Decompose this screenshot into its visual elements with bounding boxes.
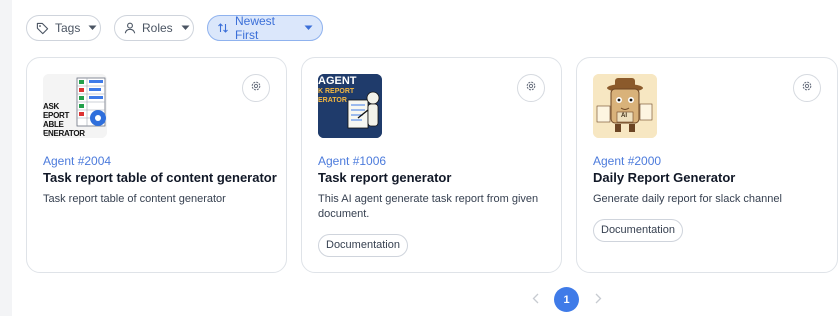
gear-icon [525,79,537,97]
agent-thumbnail: AI [593,74,657,138]
tags-filter-button[interactable]: Tags [26,15,101,41]
agent-description: This AI agent generate task report from … [318,193,539,220]
left-rail [0,0,12,316]
agent-card[interactable]: ASK EPORT ABLE ENERATOR Agent #2004 Task… [26,57,287,273]
agent-title[interactable]: Task report generator [318,170,451,185]
agent-title[interactable]: Daily Report Generator [593,170,735,185]
thumbnail-text: ABLE [43,120,64,129]
thumbnail-text: ENERATOR [43,129,85,138]
agent-thumbnail: AGENT K REPORT ERATOR [318,74,382,138]
agent-description: Task report table of content generator [43,193,226,205]
sort-icon [217,22,229,35]
tag-icon [36,22,49,35]
tag-chip[interactable]: Documentation [593,219,683,242]
agent-settings-button[interactable] [242,74,270,102]
agent-id: Agent #1006 [318,154,387,168]
roles-filter-label: Roles [142,21,173,35]
thumbnail-text: K REPORT [318,88,355,95]
agent-settings-button[interactable] [517,74,545,102]
agent-id: Agent #2000 [593,154,662,168]
thumbnail-text: AGENT [318,75,357,87]
pagination: 1 [528,287,605,312]
sort-dropdown-button[interactable]: Newest First [207,14,323,42]
chevron-down-icon [181,23,190,33]
agent-card-grid: ASK EPORT ABLE ENERATOR Agent #2004 Task… [26,57,838,273]
chevron-down-icon [304,23,313,33]
agent-thumbnail: ASK EPORT ABLE ENERATOR [43,74,107,138]
agent-card[interactable]: AI Agent #2000 Daily Report Generator Ge… [576,57,838,273]
next-page-button[interactable] [591,288,605,312]
user-icon [124,22,136,35]
thumbnail-text: AI [621,113,627,119]
agent-description: Generate daily report for slack channel [593,193,782,205]
tag-chip[interactable]: Documentation [318,234,408,257]
chevron-left-icon [532,291,539,309]
agent-settings-button[interactable] [793,74,821,102]
sort-label: Newest First [235,14,276,42]
thumbnail-text: ASK [43,102,59,111]
filter-bar: Tags Roles Newest First [26,14,323,42]
thumbnail-text: EPORT [43,111,70,120]
agent-title[interactable]: Task report table of content generator [43,170,277,185]
prev-page-button[interactable] [528,288,542,312]
thumbnail-text: ERATOR [318,97,347,104]
chevron-down-icon [88,23,97,33]
gear-icon [250,79,262,97]
agent-card[interactable]: AGENT K REPORT ERATOR Agent #1006 Task r… [301,57,562,273]
chevron-right-icon [595,291,602,309]
tags-filter-label: Tags [55,21,81,35]
agent-id: Agent #2004 [43,154,112,168]
gear-icon [801,79,813,97]
page-number-current[interactable]: 1 [554,287,579,312]
roles-filter-button[interactable]: Roles [114,15,194,41]
